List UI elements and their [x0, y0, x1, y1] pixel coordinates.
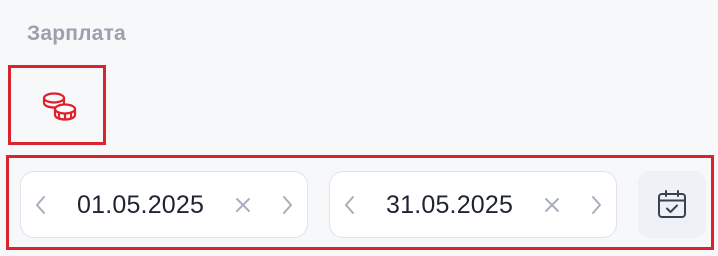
date-to-field[interactable]: 31.05.2025 — [329, 171, 617, 238]
chevron-right-icon[interactable] — [589, 194, 603, 216]
close-icon[interactable] — [235, 197, 251, 213]
chevron-right-icon[interactable] — [280, 194, 294, 216]
coins-icon-highlight[interactable] — [8, 65, 106, 145]
coins-icon — [42, 92, 77, 121]
close-icon[interactable] — [544, 197, 560, 213]
chevron-left-icon[interactable] — [343, 194, 357, 216]
section-title: Зарплата — [27, 22, 126, 45]
date-from-value[interactable]: 01.05.2025 — [77, 189, 204, 221]
calendar-button[interactable] — [638, 171, 706, 238]
chevron-left-icon[interactable] — [34, 194, 48, 216]
date-from-field[interactable]: 01.05.2025 — [20, 171, 308, 238]
date-to-value[interactable]: 31.05.2025 — [386, 189, 513, 221]
calendar-check-icon — [658, 190, 686, 218]
